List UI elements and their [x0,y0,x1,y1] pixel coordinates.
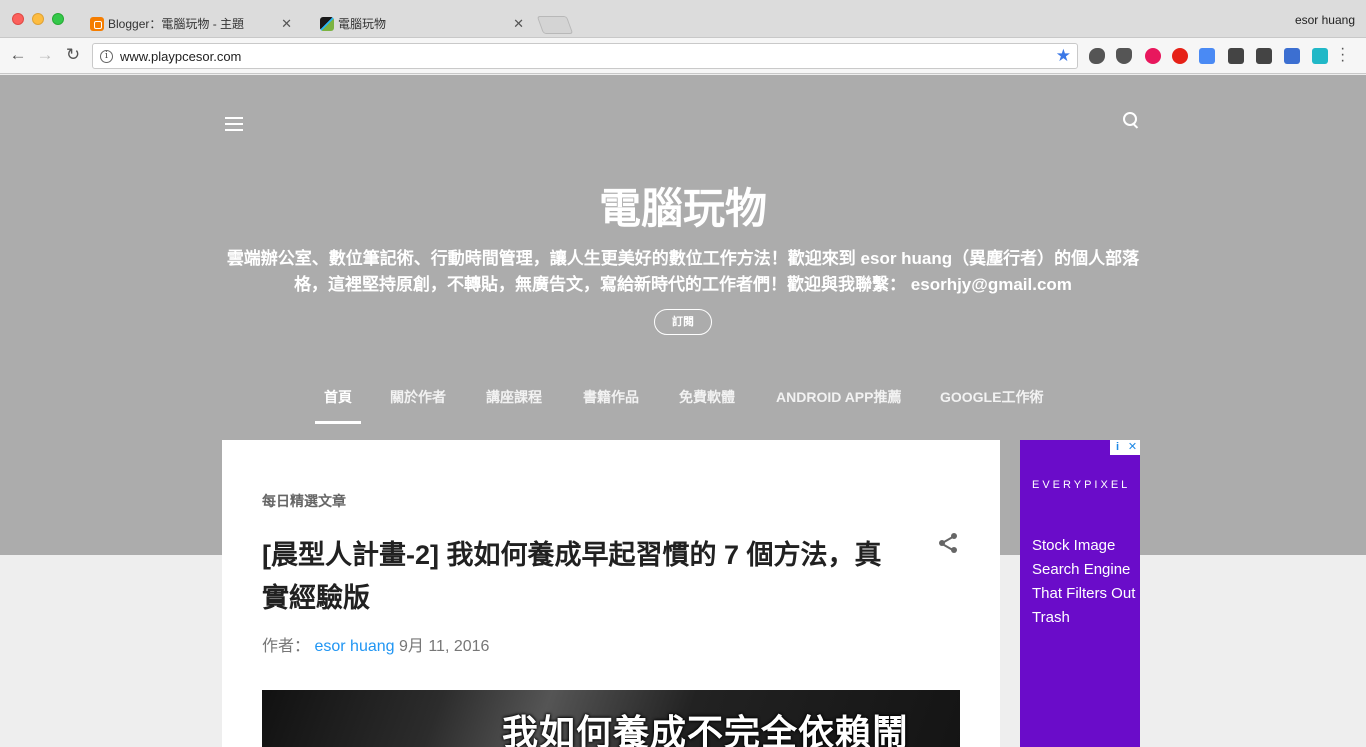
blog-description: 雲端辦公室、數位筆記術、行動時間管理，讓人生更美好的數位工作方法！歡迎來到 es… [226,249,1140,294]
tab-playpcesor[interactable]: 電腦玩物 ✕ [308,9,536,38]
active-nav-indicator [315,421,361,424]
ad-brand: EVERYPIXEL [1032,479,1131,491]
dots-extension-icon[interactable] [1256,48,1272,64]
featured-post-card: 每日精選文章 [晨型人計畫-2] 我如何養成早起習慣的 7 個方法，真實經驗版 … [222,440,1000,747]
page-viewport: 電腦玩物 雲端辦公室、數位筆記術、行動時間管理，讓人生更美好的數位工作方法！歡迎… [0,75,1366,747]
back-arrow-icon[interactable]: ← [7,44,29,66]
pocket-extension-icon[interactable] [1116,48,1132,64]
post-meta: 作者： esor huang 9月 11, 2016 [262,632,489,656]
ad-headline: Stock Image Search Engine That Filters O… [1032,537,1136,626]
nav-item-home[interactable]: 首頁 [324,387,352,407]
blogger-favicon-icon [90,17,104,31]
blog-nav: 首頁 關於作者 講座課程 書籍作品 免費軟體 ANDROID APP推薦 GOO… [0,387,1366,425]
film-extension-icon[interactable] [1228,48,1244,64]
post-thumbnail-image[interactable]: 我如何養成不完全依賴鬧 [262,690,960,747]
tab-title: 電腦玩物 [338,17,387,31]
tab-title: Blogger：電腦玩物 - 主題 [108,17,245,31]
sidebar-ad[interactable]: i ✕ EVERYPIXEL Stock Image Search Engine… [1020,440,1140,747]
tab-blogger[interactable]: Blogger：電腦玩物 - 主題 ✕ [78,9,304,38]
url-text[interactable]: www.playpcesor.com [120,49,241,64]
nav-item-android-apps[interactable]: ANDROID APP推薦 [776,387,902,407]
site-favicon-icon [320,17,334,31]
thumbnail-caption: 我如何養成不完全依賴鬧 [502,712,910,747]
author-prefix: 作者： [262,638,311,655]
address-bar[interactable]: i www.playpcesor.com ★ [92,43,1078,69]
post-date: 9月 11, 2016 [398,638,490,655]
bookmark-star-icon[interactable]: ★ [1056,46,1071,66]
teal-extension-icon[interactable] [1312,48,1328,64]
nav-item-courses[interactable]: 講座課程 [486,387,542,407]
post-title[interactable]: [晨型人計畫-2] 我如何養成早起習慣的 7 個方法，真實經驗版 [262,534,882,620]
ad-info-icon[interactable]: i [1110,440,1125,455]
window-maximize-button[interactable] [52,13,64,25]
list-extension-icon[interactable] [1284,48,1300,64]
subscribe-button[interactable]: 訂閱 [654,309,712,335]
ad-badges: i ✕ [1110,440,1140,455]
new-tab-button[interactable] [536,16,574,34]
window-minimize-button[interactable] [32,13,44,25]
nav-item-free-software[interactable]: 免費軟體 [679,387,735,407]
ad-close-icon[interactable]: ✕ [1125,440,1140,455]
browser-toolbar: ← → ↻ i www.playpcesor.com ★ · · · [0,38,1366,74]
tab-close-icon[interactable]: ✕ [513,16,524,32]
tab-close-icon[interactable]: ✕ [281,16,292,32]
blog-title[interactable]: 電腦玩物 [0,175,1366,236]
author-link[interactable]: esor huang [314,638,394,655]
translate-extension-icon[interactable] [1199,48,1215,64]
post-section-label: 每日精選文章 [262,493,346,509]
pink-extension-icon[interactable] [1145,48,1161,64]
search-icon[interactable] [1122,111,1140,129]
reload-icon[interactable]: ↻ [62,44,84,66]
evernote-extension-icon[interactable] [1089,48,1105,64]
nav-item-books[interactable]: 書籍作品 [583,387,639,407]
share-icon[interactable] [937,532,959,554]
hamburger-menu-icon[interactable] [225,117,243,131]
nav-item-google-work[interactable]: GOOGLE工作術 [940,387,1043,407]
profile-name[interactable]: esor huang [1295,13,1355,27]
power-extension-icon[interactable] [1172,48,1188,64]
window-close-button[interactable] [12,13,24,25]
nav-item-about[interactable]: 關於作者 [390,387,446,407]
browser-menu-icon[interactable]: · · · [1340,41,1350,69]
site-info-icon[interactable]: i [100,50,113,63]
forward-arrow-icon[interactable]: → [34,44,56,66]
browser-titlebar: Blogger：電腦玩物 - 主題 ✕ 電腦玩物 ✕ esor huang [0,0,1366,38]
